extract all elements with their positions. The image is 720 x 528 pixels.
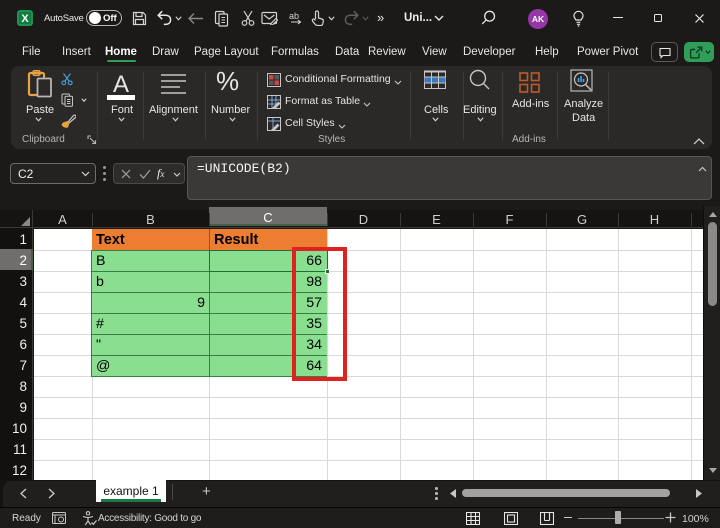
svg-text:A: A — [113, 71, 129, 98]
svg-text:ab: ab — [289, 11, 299, 21]
svg-text:X: X — [21, 13, 29, 25]
